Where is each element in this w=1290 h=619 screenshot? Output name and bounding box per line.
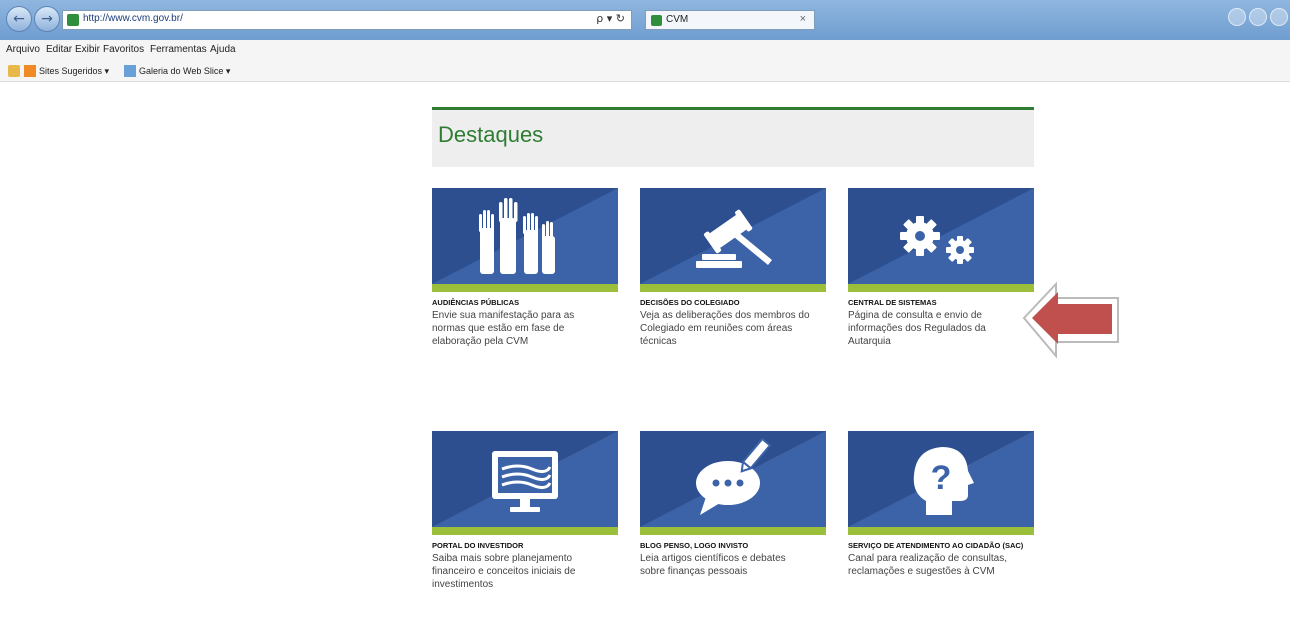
monitor-icon	[492, 451, 558, 512]
web-slice-icon	[124, 65, 136, 77]
card-accent-stripe	[432, 284, 618, 292]
svg-text:?: ?	[931, 459, 952, 497]
web-slice-gallery-link[interactable]: Galeria do Web Slice ▾	[139, 66, 230, 77]
menu-exibir[interactable]: Exibir	[75, 44, 100, 55]
section-title: Destaques	[438, 122, 544, 147]
card-central-de-sistemas[interactable]: CENTRAL DE SISTEMAS Página de consulta e…	[848, 188, 1034, 348]
card-accent-stripe	[640, 284, 826, 292]
raised-hands-icon	[479, 198, 555, 274]
card-description: Envie sua manifestação para as normas qu…	[432, 310, 575, 347]
tools-gear-icon[interactable]	[1270, 8, 1288, 26]
card-description: Leia artigos científicos e debates sobre…	[640, 553, 786, 577]
card-accent-stripe	[640, 527, 826, 535]
forward-arrow-icon: →	[41, 11, 53, 27]
menu-ajuda[interactable]: Ajuda	[210, 44, 236, 55]
menu-favoritos[interactable]: Favoritos	[103, 44, 144, 55]
gavel-icon	[696, 209, 772, 268]
card-title[interactable]: CENTRAL DE SISTEMAS	[848, 298, 1034, 307]
card-description: Canal para realização de consultas, recl…	[848, 553, 1007, 577]
site-favicon-icon	[67, 14, 79, 26]
card-title[interactable]: PORTAL DO INVESTIDOR	[432, 541, 618, 550]
gears-icon	[900, 216, 974, 264]
tab-label: CVM	[666, 14, 689, 25]
red-arrow-annotation-icon	[1022, 281, 1119, 359]
speech-bubble-pen-icon	[696, 437, 772, 515]
tab-favicon-icon	[651, 15, 662, 26]
card-banner[interactable]	[432, 188, 618, 284]
address-url[interactable]: http://www.cvm.gov.br/	[83, 13, 183, 24]
card-description: Saiba mais sobre planejamento financeiro…	[432, 553, 576, 590]
tab-close-icon[interactable]: ×	[800, 13, 806, 25]
card-accent-stripe	[848, 284, 1034, 292]
menu-bar: Arquivo Editar Exibir Favoritos Ferramen…	[0, 40, 1290, 60]
menu-editar[interactable]: Editar	[46, 44, 72, 55]
tab-cvm[interactable]: CVM ×	[645, 10, 815, 30]
card-banner[interactable]: ?	[848, 431, 1034, 527]
back-button[interactable]: ←	[6, 6, 32, 32]
suggested-sites-link[interactable]: Sites Sugeridos ▾	[39, 66, 109, 77]
card-portal-do-investidor[interactable]: PORTAL DO INVESTIDOR Saiba mais sobre pl…	[432, 431, 618, 591]
menu-arquivo[interactable]: Arquivo	[6, 44, 40, 55]
card-audiencias-publicas[interactable]: AUDIÊNCIAS PÚBLICAS Envie sua manifestaç…	[432, 188, 618, 348]
card-banner[interactable]	[640, 188, 826, 284]
browser-title-bar: ← → http://www.cvm.gov.br/ ρ ▾ ↻ CVM ×	[0, 0, 1290, 40]
card-title[interactable]: AUDIÊNCIAS PÚBLICAS	[432, 298, 618, 307]
card-banner[interactable]	[848, 188, 1034, 284]
card-banner[interactable]	[640, 431, 826, 527]
favorites-bar: Sites Sugeridos ▾ Galeria do Web Slice ▾	[0, 60, 1290, 82]
card-title[interactable]: BLOG PENSO, LOGO INVISTO	[640, 541, 826, 550]
card-accent-stripe	[848, 527, 1034, 535]
suggested-sites-icon	[24, 65, 36, 77]
card-title[interactable]: DECISÕES DO COLEGIADO	[640, 298, 826, 307]
card-decisoes-do-colegiado[interactable]: DECISÕES DO COLEGIADO Veja as deliberaçõ…	[640, 188, 826, 348]
card-blog-penso-logo-invisto[interactable]: BLOG PENSO, LOGO INVISTO Leia artigos ci…	[640, 431, 826, 578]
card-description: Veja as deliberações dos membros do Cole…	[640, 310, 810, 347]
card-title[interactable]: SERVIÇO DE ATENDIMENTO AO CIDADÃO (SAC)	[848, 541, 1034, 550]
card-banner[interactable]	[432, 431, 618, 527]
forward-button[interactable]: →	[34, 6, 60, 32]
head-question-icon: ?	[913, 447, 974, 515]
home-icon[interactable]	[1228, 8, 1246, 26]
favorites-star-icon[interactable]	[8, 65, 20, 77]
menu-ferramentas[interactable]: Ferramentas	[150, 44, 207, 55]
card-accent-stripe	[432, 527, 618, 535]
destaques-header: Destaques	[432, 107, 1034, 167]
back-arrow-icon: ←	[13, 11, 25, 27]
address-bar[interactable]: http://www.cvm.gov.br/ ρ ▾ ↻	[62, 10, 632, 30]
address-controls[interactable]: ρ ▾ ↻	[596, 12, 625, 25]
favorites-star-icon[interactable]	[1249, 8, 1267, 26]
card-description: Página de consulta e envio de informaçõe…	[848, 310, 986, 347]
card-sac[interactable]: ? SERVIÇO DE ATENDIMENTO AO CIDADÃO (SAC…	[848, 431, 1034, 578]
